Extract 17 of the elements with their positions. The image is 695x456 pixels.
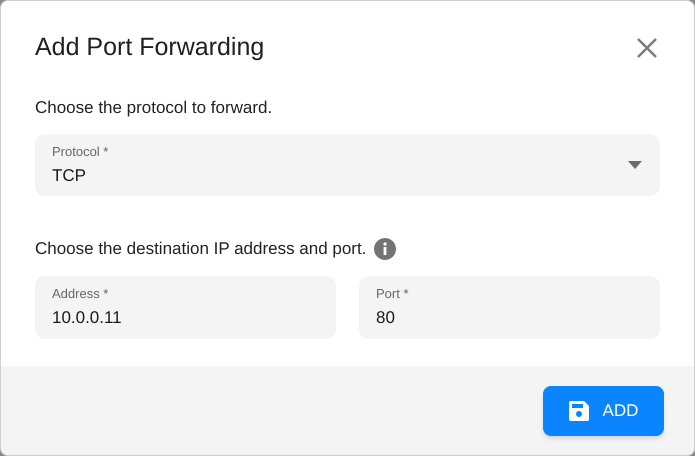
- dropdown-arrow-icon: [628, 161, 642, 169]
- field-value: 10.0.0.11: [52, 308, 123, 328]
- input-field[interactable]: Port * 80: [359, 276, 660, 338]
- info-icon[interactable]: [374, 238, 396, 260]
- field-value: 80: [376, 308, 396, 328]
- input-field[interactable]: Address * 10.0.0.11: [35, 276, 336, 338]
- field-label: Protocol *: [52, 144, 108, 160]
- field-label: Port *: [376, 286, 410, 302]
- save-icon: [568, 400, 589, 420]
- section-text: Choose the destination IP address and port.: [35, 238, 366, 260]
- dialog-title: Add Port Forwarding: [35, 32, 264, 63]
- close-icon[interactable]: [636, 36, 658, 59]
- add-button[interactable]: ADD: [543, 386, 664, 436]
- field-label: Address *: [52, 286, 110, 302]
- section-text: Choose the protocol to forward.: [35, 96, 274, 118]
- field-value: TCP: [52, 166, 87, 186]
- protocol-select[interactable]: Protocol * TCP: [35, 134, 660, 196]
